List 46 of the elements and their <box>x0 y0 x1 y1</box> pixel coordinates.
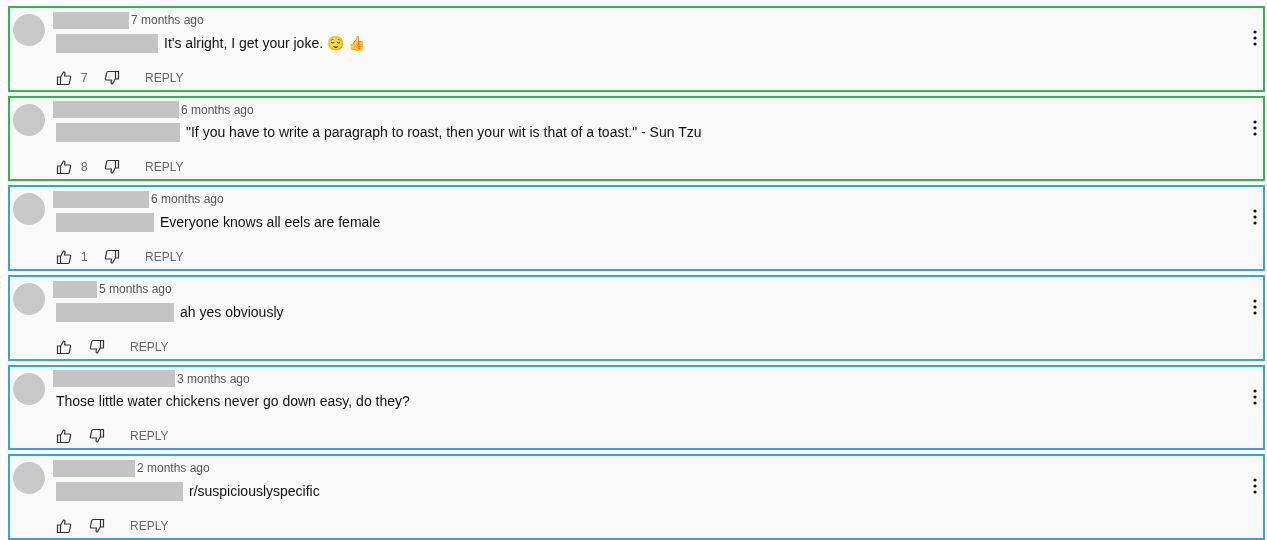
more-options-icon[interactable] <box>1253 299 1257 315</box>
thumbs-up-icon[interactable] <box>56 69 72 86</box>
thumbs-up-icon[interactable] <box>56 338 72 355</box>
avatar <box>13 283 45 315</box>
thumbs-down-icon[interactable] <box>89 428 105 445</box>
redaction-bar <box>53 280 97 298</box>
more-options-icon[interactable] <box>1253 119 1257 136</box>
like-count: 1 <box>81 249 89 266</box>
comment-time: 6 months ago <box>181 101 254 119</box>
thumbs-up-icon[interactable] <box>56 428 72 445</box>
comment-text: "If you have to write a paragraph to roast, then your wit is that of a toast." - Sun Tzu <box>186 123 702 143</box>
thumbs-up-icon[interactable] <box>56 518 72 535</box>
comment-time: 7 months ago <box>131 12 204 29</box>
comment-text: It's alright, I get your joke. 😌 👍 <box>164 33 365 53</box>
avatar <box>13 14 45 46</box>
more-options-icon[interactable] <box>1253 30 1257 46</box>
comment-text: Those little water chickens never go down easy, do they? <box>56 392 410 412</box>
comment-time: 6 months ago <box>151 191 224 209</box>
thumbs-down-icon[interactable] <box>104 159 120 176</box>
comment-text: ah yes obviously <box>180 302 284 322</box>
like-count: 7 <box>81 69 89 87</box>
more-options-icon[interactable] <box>1253 388 1257 405</box>
thumbs-down-icon[interactable] <box>89 518 105 535</box>
reply-button[interactable]: REPLY <box>130 517 169 536</box>
reply-button[interactable]: REPLY <box>145 68 184 87</box>
thumbs-down-icon[interactable] <box>89 338 105 355</box>
reply-button[interactable]: REPLY <box>145 248 184 266</box>
thumbs-up-icon[interactable] <box>56 249 72 265</box>
avatar <box>13 372 45 405</box>
reply-button[interactable]: REPLY <box>130 337 169 356</box>
thumbs-down-icon[interactable] <box>104 69 120 86</box>
reply-button[interactable]: REPLY <box>130 427 169 446</box>
comment-time: 5 months ago <box>99 281 172 298</box>
thumbs-up-icon[interactable] <box>56 159 72 176</box>
like-count: 8 <box>81 159 89 177</box>
comment-time: 3 months ago <box>177 370 250 388</box>
comment-time: 2 months ago <box>137 460 210 478</box>
comment-text: r/suspiciouslyspecific <box>189 481 320 501</box>
more-options-icon[interactable] <box>1253 478 1257 495</box>
avatar <box>13 193 45 226</box>
comment-text: Everyone knows all eels are female <box>160 212 381 232</box>
reply-button[interactable]: REPLY <box>145 158 184 177</box>
more-options-icon[interactable] <box>1253 209 1257 226</box>
thumbs-down-icon[interactable] <box>104 249 120 265</box>
avatar <box>13 103 45 136</box>
avatar <box>13 462 45 495</box>
